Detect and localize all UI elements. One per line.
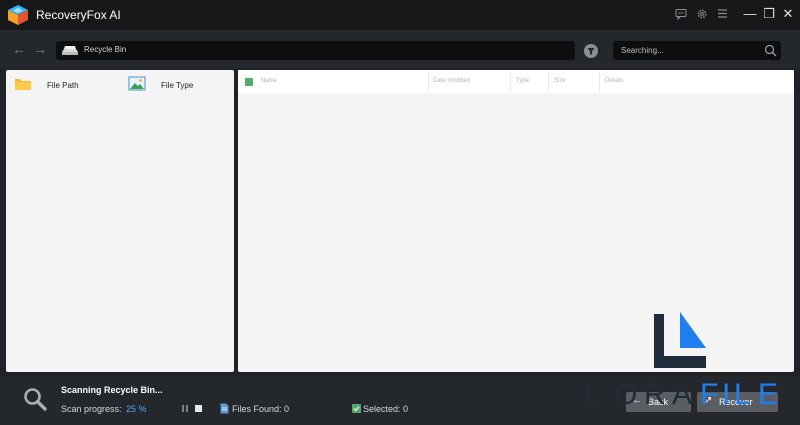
close-button[interactable]: ✕: [780, 5, 796, 23]
drive-icon: [62, 46, 78, 55]
file-icon: [220, 403, 229, 414]
minimize-button[interactable]: —: [742, 5, 758, 23]
scan-status-title: Scanning Recycle Bin...: [61, 385, 163, 395]
back-button[interactable]: ← Back: [626, 392, 691, 412]
feedback-icon[interactable]: [672, 5, 690, 23]
table-header: Name Date modified Type Size Details: [238, 70, 794, 93]
column-size[interactable]: Size: [554, 78, 566, 84]
recover-icon: ↗: [704, 395, 713, 406]
scan-progress-label: Scan progress:: [61, 404, 122, 414]
gear-icon[interactable]: [693, 5, 711, 23]
checkbox-checked-icon: [352, 404, 361, 413]
search-input[interactable]: [621, 43, 761, 58]
magnifier-icon: [24, 388, 47, 411]
selected-count: Selected: 0: [363, 404, 409, 414]
tab-file-type[interactable]: File Type: [128, 74, 228, 96]
navigation-bar: ← → Recycle Bin: [0, 30, 800, 68]
file-list-panel: Name Date modified Type Size Details: [238, 70, 794, 372]
column-separator: [548, 72, 549, 91]
search-box: [613, 41, 781, 60]
tab-file-path[interactable]: File Path: [14, 74, 114, 96]
search-icon[interactable]: [764, 44, 777, 57]
current-path: Recycle Bin: [84, 45, 127, 54]
column-date-modified[interactable]: Date modified: [433, 78, 470, 84]
folder-icon: [15, 79, 31, 90]
column-type[interactable]: Type: [516, 78, 529, 84]
forward-arrow-icon[interactable]: →: [32, 41, 48, 57]
app-title: RecoveryFox AI: [36, 8, 121, 22]
title-bar: RecoveryFox AI — ❐ ✕: [0, 0, 800, 30]
recover-button-label: Recover: [719, 397, 753, 407]
restore-button[interactable]: ❐: [761, 5, 777, 23]
column-separator: [599, 72, 600, 91]
column-name[interactable]: Name: [261, 78, 277, 84]
back-arrow-icon: ←: [632, 395, 642, 406]
select-all-checkbox[interactable]: [245, 78, 253, 86]
stop-button[interactable]: [195, 405, 202, 412]
recover-button[interactable]: ↗ Recover: [697, 392, 778, 412]
filter-button[interactable]: [584, 44, 598, 58]
pause-button[interactable]: [181, 404, 189, 413]
image-icon: [128, 76, 146, 91]
back-button-label: Back: [648, 397, 669, 407]
app-logo-icon: [8, 5, 28, 25]
scan-progress-value: 25 %: [126, 404, 147, 414]
column-details[interactable]: Details: [605, 78, 623, 84]
status-bar: Scanning Recycle Bin... Scan progress: 2…: [0, 376, 800, 425]
back-arrow-icon[interactable]: ←: [11, 41, 27, 57]
tab-file-type-label: File Type: [161, 81, 194, 90]
column-separator: [510, 72, 511, 91]
menu-icon[interactable]: [713, 5, 731, 23]
tab-file-path-label: File Path: [47, 81, 79, 90]
left-panel: File Path File Type: [6, 70, 234, 372]
column-separator: [428, 72, 429, 91]
path-bar[interactable]: Recycle Bin: [56, 41, 575, 60]
files-found-count: Files Found: 0: [232, 404, 290, 414]
filter-icon: [587, 48, 595, 55]
